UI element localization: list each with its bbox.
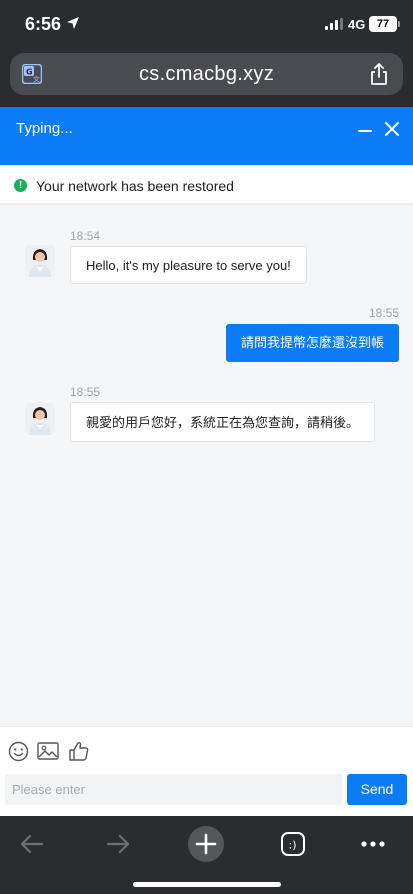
notice-text: Your network has been restored bbox=[36, 178, 234, 194]
battery-tip bbox=[398, 21, 400, 27]
home-indicator bbox=[133, 882, 281, 887]
alert-icon: ! bbox=[14, 179, 27, 192]
agent-avatar bbox=[25, 403, 55, 435]
new-tab-icon[interactable] bbox=[186, 824, 226, 864]
battery-icon: 77 bbox=[369, 16, 397, 32]
more-icon[interactable] bbox=[353, 824, 393, 864]
agent-message: Hello, it's my pleasure to serve you! bbox=[70, 246, 307, 284]
battery-level: 77 bbox=[376, 18, 390, 30]
network-notice: ! Your network has been restored bbox=[0, 167, 413, 203]
chat-window: ! Your network has been restored 18:54 H… bbox=[0, 165, 413, 816]
share-icon[interactable] bbox=[369, 63, 389, 85]
image-icon[interactable] bbox=[37, 741, 59, 761]
network-type: 4G bbox=[348, 17, 366, 32]
svg-text::): :) bbox=[289, 839, 297, 852]
status-time: 6:56 bbox=[25, 14, 62, 34]
extension-icon[interactable]: :) bbox=[273, 824, 313, 864]
browser-toolbar: :) bbox=[0, 816, 413, 894]
close-icon[interactable] bbox=[384, 121, 400, 137]
message-timestamp: 18:55 bbox=[70, 385, 101, 399]
message-input[interactable] bbox=[5, 774, 342, 805]
signal-icon bbox=[325, 18, 343, 30]
user-message: 請問我提幣怎麼還沒到帳 bbox=[226, 324, 400, 362]
status-bar: 6:56 4G 77 bbox=[0, 0, 413, 50]
chat-header: Typing... bbox=[0, 107, 413, 165]
message-timestamp: 18:54 bbox=[70, 229, 101, 243]
message-timestamp: 18:55 bbox=[369, 306, 400, 320]
message-composer: Send bbox=[0, 726, 413, 816]
back-icon[interactable] bbox=[12, 824, 52, 864]
typing-status: Typing... bbox=[16, 120, 73, 137]
minimize-icon[interactable] bbox=[358, 124, 372, 138]
url-text[interactable]: cs.cmacbg.xyz bbox=[10, 63, 403, 86]
address-bar[interactable]: G 文 cs.cmacbg.xyz bbox=[10, 53, 403, 95]
agent-avatar bbox=[25, 245, 55, 277]
send-button[interactable]: Send bbox=[347, 774, 407, 805]
agent-message: 親愛的用戶您好，系統正在為您查詢，請稍後。 bbox=[70, 402, 376, 442]
location-arrow-icon bbox=[67, 17, 79, 29]
forward-icon[interactable] bbox=[98, 824, 138, 864]
thumbs-up-icon[interactable] bbox=[68, 740, 90, 762]
smiley-icon[interactable] bbox=[8, 741, 29, 762]
